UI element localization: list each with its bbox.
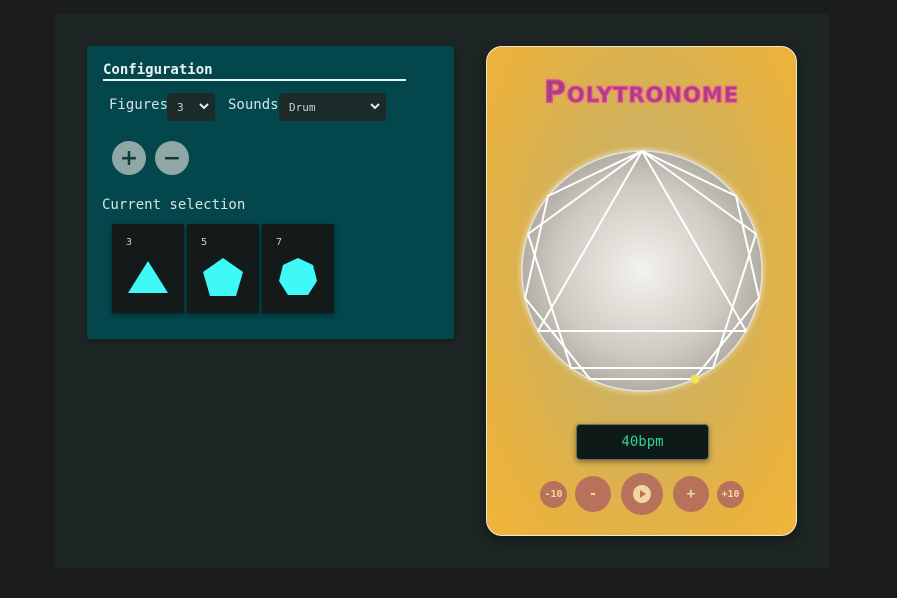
- polygon-visualizer: [520, 149, 764, 393]
- play-icon: [633, 485, 651, 503]
- figure-card-triangle[interactable]: 3: [112, 224, 184, 313]
- figure-card-pentagon[interactable]: 5: [187, 224, 259, 313]
- beat-marker: [690, 374, 700, 384]
- configuration-panel: Configuration Figures 3 Sounds Drum + − …: [87, 46, 454, 339]
- heptagon-icon: [279, 258, 317, 295]
- remove-figure-button[interactable]: −: [155, 141, 189, 175]
- pentagon-icon: [203, 258, 243, 296]
- add-figure-button[interactable]: +: [112, 141, 146, 175]
- chevron-down-icon: [199, 103, 209, 110]
- figures-select-value: 3: [177, 100, 184, 114]
- plus-1-button[interactable]: +: [673, 476, 709, 512]
- sounds-select[interactable]: Drum: [279, 93, 386, 121]
- chevron-down-icon: [370, 103, 380, 110]
- current-selection-label: Current selection: [102, 197, 246, 213]
- triangle-icon: [128, 261, 168, 293]
- figure-card-heptagon[interactable]: 7: [262, 224, 334, 313]
- plus-10-button[interactable]: +10: [717, 481, 744, 508]
- sounds-label: Sounds: [228, 97, 279, 113]
- play-button[interactable]: [621, 473, 663, 515]
- figures-select[interactable]: 3: [167, 93, 215, 121]
- figures-label: Figures: [109, 97, 169, 113]
- polytronome-device: Polytronome 40bpm -10 - + +10: [486, 46, 797, 536]
- minus-1-button[interactable]: -: [575, 476, 611, 512]
- minus-10-button[interactable]: -10: [540, 481, 567, 508]
- configuration-title: Configuration: [103, 62, 406, 81]
- sounds-select-value: Drum: [289, 100, 316, 114]
- bpm-display: 40bpm: [576, 424, 709, 460]
- visualizer-disc: [521, 150, 763, 392]
- app-title: Polytronome: [543, 74, 740, 110]
